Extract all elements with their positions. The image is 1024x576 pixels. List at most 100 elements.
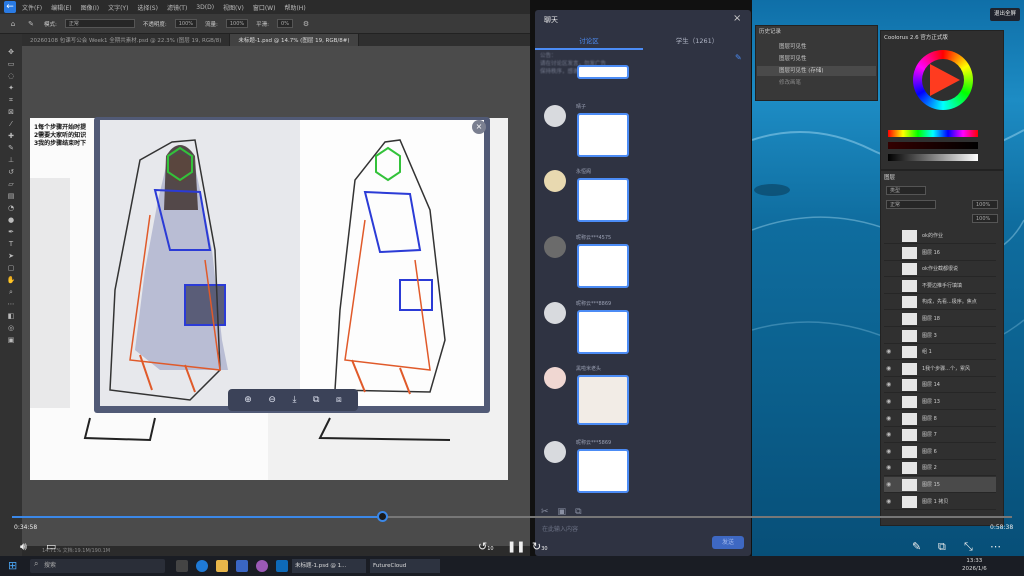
task-view-icon[interactable] [176,560,188,572]
brush-tool-icon[interactable]: ✎ [6,144,16,152]
avatar[interactable] [544,367,566,389]
chat-input[interactable]: 在此输入内容 [542,524,578,533]
layer-kind-filter[interactable]: 类型 [886,186,926,195]
layer-row[interactable]: ◉ 组 1 [884,344,996,361]
avatar[interactable] [544,105,566,127]
visibility-eye-icon[interactable]: ◉ [886,361,891,377]
pause-icon[interactable]: ❚❚ [507,540,525,553]
avatar[interactable] [544,170,566,192]
edge-icon[interactable] [196,560,208,572]
move-tool-icon[interactable]: ✥ [6,48,16,56]
image-thumbnail[interactable] [577,65,629,79]
brightness-slider[interactable] [888,154,978,161]
brush-icon[interactable]: ✎ [26,20,36,28]
menu-view[interactable]: 视图(V) [223,3,244,12]
smooth-field[interactable]: 0% [277,19,293,28]
visibility-eye-icon[interactable]: ◉ [886,411,891,427]
back-arrow-icon[interactable]: ← [4,1,16,13]
frame-tool-icon[interactable]: ⊠ [6,108,16,116]
history-item[interactable]: 图层可见性 [757,54,876,64]
layer-row[interactable]: ok作业截都很说 [884,261,996,278]
layer-row[interactable]: ◉ 图层 15 [884,477,996,493]
layer-row[interactable]: ◉ 图层 1 拷贝 [884,494,996,510]
visibility-eye-icon[interactable]: ◉ [886,460,891,476]
opacity-field[interactable]: 100% [174,19,198,28]
layer-row[interactable]: ok的作业 [884,228,996,244]
rotate-right-icon[interactable]: ⧈ [336,395,342,405]
image-thumbnail[interactable] [577,449,629,493]
menu-edit[interactable]: 编辑(E) [51,3,71,12]
hue-slider[interactable] [888,130,978,137]
video-scrubber-handle[interactable] [377,511,388,522]
history-item[interactable]: 图层可见性 [757,42,876,52]
edit-notice-icon[interactable]: ✎ [735,53,742,62]
download-icon[interactable]: ⤓ [292,395,296,405]
taskbar-app-photoshop[interactable]: 未标题-1.psd @ 1... [292,559,366,573]
image-thumbnail[interactable] [577,310,629,354]
volume-icon[interactable]: 🔊︎ [20,540,27,554]
marquee-tool-icon[interactable]: ▭ [6,60,16,68]
menu-filter[interactable]: 滤镜(T) [167,3,187,12]
rewind-icon[interactable]: ↺10 [478,540,494,553]
layer-row[interactable]: 图层 16 [884,245,996,261]
visibility-eye-icon[interactable]: ◉ [886,394,891,410]
zoom-out-icon[interactable]: ⊖ [268,395,276,405]
eyedropper-tool-icon[interactable]: ⁄ [6,120,16,128]
taskbar-search[interactable]: 搜索 [30,559,165,573]
image-thumbnail[interactable] [577,244,629,288]
visibility-eye-icon[interactable]: ◉ [886,494,891,510]
layer-row[interactable]: ◉ 图层 8 [884,411,996,427]
layer-row[interactable]: ◉ 图层 2 [884,460,996,477]
home-icon[interactable]: ⌂ [8,20,18,28]
stamp-tool-icon[interactable]: ⊥ [6,156,16,164]
menu-file[interactable]: 文件(F) [22,3,42,12]
taskbar-app-futurecloud[interactable]: FutureCloud [370,559,440,573]
image-thumbnail[interactable] [577,113,629,157]
gear-icon[interactable]: ⚙ [301,20,311,28]
image-thumbnail[interactable] [577,178,629,222]
layer-row[interactable]: ◉ 图层 14 [884,377,996,394]
pen-icon[interactable]: ✎ [912,540,921,553]
visibility-eye-icon[interactable]: ◉ [886,444,891,460]
picture-in-picture-icon[interactable]: ⧉ [938,540,946,554]
layer-opacity-field[interactable]: 100% [972,200,998,209]
zoom-tool-icon[interactable]: ⌕ [6,288,16,296]
avatar[interactable] [544,236,566,258]
app-icon[interactable] [236,560,248,572]
more-options-icon[interactable]: ⋯ [990,540,1001,553]
tab-discussion[interactable]: 讨论区 [535,34,643,50]
dodge-tool-icon[interactable]: ● [6,216,16,224]
color-swatch-icon[interactable]: ◧ [6,312,16,320]
layer-row[interactable]: ◉ 图层 7 [884,427,996,444]
visibility-eye-icon[interactable]: ◉ [886,377,891,393]
collapse-icon[interactable]: ⤡ [964,540,973,554]
eraser-tool-icon[interactable]: ▱ [6,180,16,188]
layer-row[interactable]: ◉ 1我个步骤...个，累风 [884,361,996,377]
send-button[interactable]: 发送 [712,536,744,549]
menu-window[interactable]: 窗口(W) [253,3,276,12]
app-icon[interactable] [276,560,288,572]
quickmask-icon[interactable]: ◎ [6,324,16,332]
screenmode-icon[interactable]: ▣ [6,336,16,344]
layer-row[interactable]: 图层 18 [884,311,996,327]
visibility-eye-icon[interactable]: ◉ [886,477,891,493]
path-select-icon[interactable]: ➤ [6,252,16,260]
color-triangle[interactable] [930,64,960,96]
healing-tool-icon[interactable]: ✚ [6,132,16,140]
history-brush-icon[interactable]: ↺ [6,168,16,176]
blur-tool-icon[interactable]: ◔ [6,204,16,212]
avatar[interactable] [544,302,566,324]
layer-row[interactable]: 构成，先看...极序。焦点 [884,294,996,311]
visibility-eye-icon[interactable]: ◉ [886,427,891,443]
gradient-tool-icon[interactable]: ▤ [6,192,16,200]
menu-help[interactable]: 帮助(H) [284,3,305,12]
history-item[interactable]: 图层可见性 (存储) [757,66,876,76]
tab-document-2[interactable]: 未标题-1.psd @ 14.7% (图层 19, RGB/8#) [230,34,359,46]
menu-select[interactable]: 选择(S) [137,3,158,12]
mode-select[interactable]: 正常 [64,19,135,28]
type-tool-icon[interactable]: T [6,240,16,248]
forward-icon[interactable]: ↻30 [532,540,548,553]
rotate-left-icon[interactable]: ⧉ [313,395,319,405]
viewer-close-button[interactable]: × [472,120,486,134]
app-icon[interactable] [256,560,268,572]
